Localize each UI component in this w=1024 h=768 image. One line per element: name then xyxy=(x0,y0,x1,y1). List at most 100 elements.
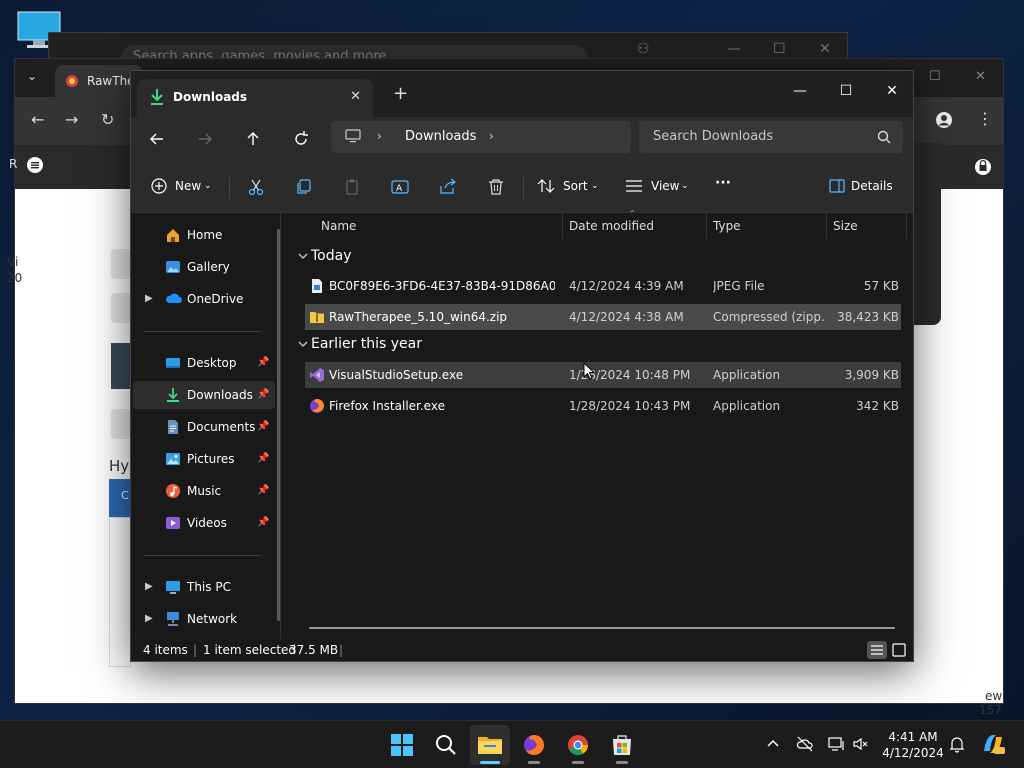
column-header-size[interactable]: Size xyxy=(827,213,907,239)
file-size: 3,909 KB xyxy=(844,368,899,382)
sidebar-item-videos[interactable]: Videos 📌 xyxy=(133,509,275,537)
close-icon: ✕ xyxy=(819,41,831,57)
collapse-chevron-icon[interactable] xyxy=(297,250,309,262)
group-header-earlier-this-year[interactable]: Earlier this year xyxy=(297,333,597,357)
music-icon xyxy=(165,483,181,499)
more-options-button[interactable]: ··· xyxy=(715,175,735,199)
expand-chevron-icon[interactable]: ▶ xyxy=(145,581,153,592)
peek-text-157: 157 xyxy=(979,703,1002,717)
delete-button[interactable] xyxy=(487,175,505,199)
sidebar-item-pictures[interactable]: Pictures 📌 xyxy=(133,445,275,473)
pictures-icon xyxy=(165,451,181,467)
tab-search-icon: ⌄ xyxy=(27,69,38,83)
taskbar-firefox[interactable] xyxy=(514,725,554,765)
search-input[interactable]: Search Downloads xyxy=(639,121,903,153)
collapse-chevron-icon[interactable] xyxy=(297,338,309,350)
chrome-profile-icon xyxy=(935,111,953,129)
file-row[interactable]: Firefox Installer.exe 1/28/2024 10:43 PM… xyxy=(305,393,901,419)
view-button[interactable]: View ⌄ xyxy=(625,175,691,199)
tiles-view-button[interactable] xyxy=(889,641,909,659)
chevron-down-icon: ⌄ xyxy=(204,181,212,191)
column-header-type[interactable]: Type xyxy=(707,213,827,239)
status-bar: 4 items | 1 item selected 37.5 MB | xyxy=(131,639,913,661)
new-button[interactable]: New ⌄ xyxy=(151,175,215,199)
rename-button[interactable]: A xyxy=(391,175,409,199)
expand-chevron-icon[interactable]: ▶ xyxy=(145,293,153,304)
breadcrumb-downloads[interactable]: Downloads xyxy=(405,129,476,144)
back-arrow-icon: ← xyxy=(31,110,45,129)
sidebar-item-this-pc[interactable]: ▶ This PC xyxy=(133,573,275,601)
taskbar: 4:41 AM 4/12/2024 xyxy=(0,720,1024,768)
new-tab-button[interactable]: + xyxy=(393,83,408,104)
notification-bell-icon[interactable] xyxy=(948,735,966,753)
sort-button[interactable]: Sort ⌄ xyxy=(537,175,599,199)
file-size: 57 KB xyxy=(863,279,899,293)
expand-chevron-icon[interactable]: ▶ xyxy=(145,613,153,624)
sidebar-item-onedrive[interactable]: ▶ OneDrive xyxy=(133,285,275,313)
refresh-button[interactable] xyxy=(291,129,311,149)
sidebar-item-gallery[interactable]: Gallery xyxy=(133,253,275,281)
sidebar-scrollbar[interactable] xyxy=(277,229,280,621)
sidebar-item-label: Desktop xyxy=(187,356,237,370)
ellipsis-icon: ··· xyxy=(715,175,731,191)
clock-date: 4/12/2024 xyxy=(882,746,944,760)
mouse-cursor-icon xyxy=(583,362,595,380)
breadcrumb-chevron-icon[interactable]: › xyxy=(489,129,494,143)
sidebar-item-music[interactable]: Music 📌 xyxy=(133,477,275,505)
volume-muted-icon[interactable] xyxy=(852,735,870,753)
cloud-icon xyxy=(165,291,182,307)
network-status-icon[interactable] xyxy=(828,735,846,753)
forward-button[interactable] xyxy=(195,129,215,149)
file-row-hovered[interactable]: VisualStudioSetup.exe 1/28/2024 10:48 PM… xyxy=(305,362,901,388)
peek-text-hy: Hy xyxy=(109,457,130,475)
pin-icon: 📌 xyxy=(257,389,270,400)
sidebar-item-desktop[interactable]: Desktop 📌 xyxy=(133,349,275,377)
file-size: 342 KB xyxy=(856,399,899,413)
sidebar-item-downloads[interactable]: Downloads 📌 xyxy=(133,381,275,409)
search-button[interactable] xyxy=(426,725,466,765)
file-row[interactable]: BC0F89E6-3FD6-4E37-83B4-91D86A0D57... 4/… xyxy=(305,273,901,299)
file-name: RawTherapee_5.10_win64.zip xyxy=(329,310,508,324)
file-row-selected[interactable]: RawTherapee_5.10_win64.zip 4/12/2024 4:3… xyxy=(305,304,901,330)
close-button[interactable]: ✕ xyxy=(869,77,915,105)
horizontal-scrollbar[interactable] xyxy=(309,627,895,629)
taskbar-microsoft-store[interactable] xyxy=(602,725,642,765)
minimize-button[interactable]: — xyxy=(777,77,823,105)
group-header-today[interactable]: Today xyxy=(297,245,597,269)
paste-button[interactable] xyxy=(343,175,361,199)
start-button[interactable] xyxy=(382,725,422,765)
maximize-button[interactable]: ☐ xyxy=(823,77,869,105)
column-header-name[interactable]: Name xyxy=(315,213,563,239)
details-view-button[interactable] xyxy=(867,641,887,659)
sidebar-item-documents[interactable]: Documents 📌 xyxy=(133,413,275,441)
pin-icon: 📌 xyxy=(257,453,270,464)
taskbar-chrome[interactable] xyxy=(558,725,598,765)
file-size: 38,423 KB xyxy=(837,310,899,324)
address-bar[interactable]: › Downloads › xyxy=(331,121,631,153)
taskbar-file-explorer[interactable] xyxy=(470,725,510,765)
cut-button[interactable] xyxy=(247,175,265,199)
reload-icon: ↻ xyxy=(101,110,115,129)
show-hidden-icons-chevron-icon[interactable] xyxy=(764,735,782,753)
copy-button[interactable] xyxy=(295,175,313,199)
copilot-icon[interactable] xyxy=(980,731,1006,757)
navigation-pane: Home Gallery ▶ OneDrive Desktop 📌 Downlo… xyxy=(131,213,281,639)
back-button[interactable] xyxy=(147,129,167,149)
tab-close-icon[interactable]: ✕ xyxy=(350,89,361,104)
explorer-tab-downloads[interactable]: Downloads ✕ xyxy=(137,79,373,117)
status-size: 37.5 MB xyxy=(289,643,339,657)
share-button[interactable] xyxy=(439,175,457,199)
up-button[interactable] xyxy=(243,129,263,149)
explorer-tab-title: Downloads xyxy=(173,90,248,104)
explorer-navbar: › Downloads › Search Downloads xyxy=(131,117,913,161)
details-button[interactable]: Details xyxy=(829,175,895,199)
system-clock[interactable]: 4:41 AM 4/12/2024 xyxy=(874,729,952,761)
clock-time: 4:41 AM xyxy=(888,730,938,744)
sidebar-item-network[interactable]: ▶ Network xyxy=(133,605,275,633)
sidebar-item-home[interactable]: Home xyxy=(133,221,275,249)
network-icon xyxy=(165,611,181,627)
details-pane-icon xyxy=(829,179,845,193)
sort-label: Sort xyxy=(563,179,588,193)
onedrive-offline-icon[interactable] xyxy=(796,735,814,753)
breadcrumb-chevron-icon[interactable]: › xyxy=(377,129,382,143)
